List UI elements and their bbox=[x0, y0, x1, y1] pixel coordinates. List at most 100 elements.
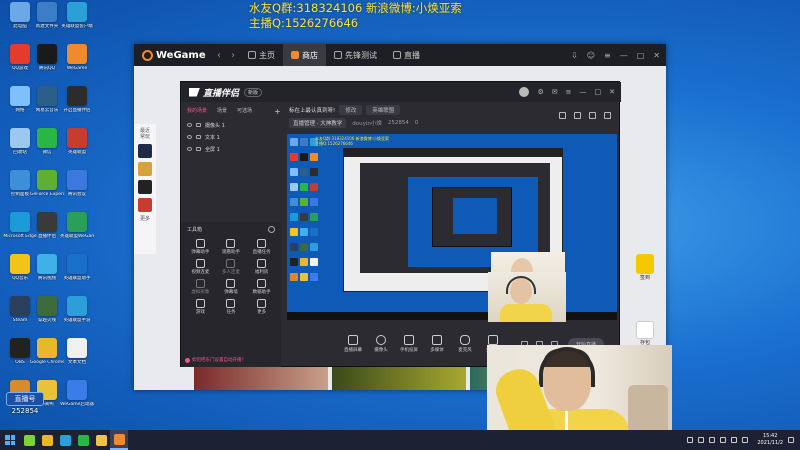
menu-icon[interactable]: ≡ bbox=[604, 51, 611, 60]
maximize-icon[interactable]: □ bbox=[637, 51, 645, 60]
game-icon-3[interactable] bbox=[138, 180, 152, 194]
tool-button[interactable]: 福利房 bbox=[246, 259, 277, 275]
scene-tab-optional[interactable]: 可选场 bbox=[237, 107, 252, 114]
tool-button[interactable]: 数据助手 bbox=[246, 279, 277, 295]
scene-item-text[interactable]: 文本 1 bbox=[181, 131, 281, 143]
banner-card[interactable] bbox=[194, 366, 328, 390]
desktop-icon[interactable]: 腾讯QQ bbox=[30, 44, 64, 71]
tool-button[interactable]: 弹幕助手 bbox=[185, 239, 216, 255]
maximize-icon[interactable]: □ bbox=[595, 88, 602, 96]
autostart-tip[interactable]: 如何把东门设置自动开播? bbox=[185, 357, 244, 363]
scene-tab-scene[interactable]: 场景 bbox=[217, 107, 227, 114]
desktop-icon[interactable]: 穿越火线 bbox=[30, 296, 64, 323]
minimize-icon[interactable]: — bbox=[580, 88, 587, 96]
checkin-icon[interactable] bbox=[636, 254, 654, 274]
volume-icon[interactable] bbox=[731, 437, 738, 443]
desktop-icon[interactable]: 微信 bbox=[30, 128, 64, 155]
scene-item-fullscreen[interactable]: 全屏 1 bbox=[181, 143, 281, 155]
desktop-icon[interactable]: 直播伴侣 bbox=[30, 212, 64, 239]
taskbar-app-cortana[interactable] bbox=[20, 430, 38, 450]
desktop-icon[interactable]: 英雄联盟手游 bbox=[60, 296, 94, 323]
notification-icon[interactable] bbox=[788, 437, 794, 443]
game-icon-lol[interactable] bbox=[138, 144, 152, 158]
desktop-icon[interactable]: 新建文件夹 bbox=[30, 2, 64, 29]
tool-button[interactable]: 游戏 bbox=[185, 299, 216, 315]
tray-up-arrow-icon[interactable] bbox=[687, 437, 694, 443]
settings-icon[interactable]: ⚙ bbox=[537, 88, 543, 96]
avatar[interactable] bbox=[519, 87, 530, 97]
tray-app-icon[interactable] bbox=[709, 437, 716, 443]
lock-icon[interactable] bbox=[196, 123, 201, 127]
screen-capture-button[interactable]: 直播屏幕 bbox=[339, 335, 367, 353]
tab-home[interactable]: 主页 bbox=[240, 44, 283, 66]
desktop-icon[interactable]: 文本文档 bbox=[60, 338, 94, 365]
network-icon[interactable] bbox=[720, 437, 727, 443]
input-method-icon[interactable] bbox=[742, 437, 749, 443]
desktop-icon[interactable]: 英雄联盟客户端 bbox=[60, 2, 94, 29]
tool-button[interactable]: 更多 bbox=[246, 299, 277, 315]
camera-button[interactable]: 摄像头 bbox=[367, 335, 395, 353]
tab-pioneer-test[interactable]: 先锋测试 bbox=[326, 44, 385, 66]
taskbar-app-lol-helper[interactable] bbox=[56, 430, 74, 450]
scene-item-camera[interactable]: 摄像头 1 bbox=[181, 119, 281, 131]
lock-icon[interactable] bbox=[196, 135, 201, 139]
sidebar-label-more[interactable]: 更多 bbox=[134, 216, 156, 222]
phone-cast-button[interactable]: 手机投屏 bbox=[395, 335, 423, 353]
lock-icon[interactable] bbox=[196, 147, 201, 151]
tab-live[interactable]: 直播 bbox=[385, 44, 428, 66]
tool-button[interactable]: 多人连麦 bbox=[216, 259, 247, 275]
download-icon[interactable]: ⇩ bbox=[571, 51, 578, 60]
forward-arrow-icon[interactable]: › bbox=[231, 50, 235, 61]
banner-card[interactable] bbox=[332, 366, 466, 390]
eye-icon[interactable] bbox=[187, 123, 192, 127]
taskbar-app-wegame[interactable] bbox=[110, 430, 128, 450]
microphone-button[interactable]: 麦克风 bbox=[451, 335, 479, 353]
desktop-icon[interactable]: WeGame启动器 bbox=[60, 380, 94, 407]
desktop-icon[interactable]: 英雄联盟WeGame版 bbox=[60, 212, 94, 239]
taskbar-app-chrome[interactable] bbox=[38, 430, 56, 450]
taskbar-app-folder[interactable] bbox=[92, 430, 110, 450]
minimize-icon[interactable]: — bbox=[620, 51, 628, 60]
desktop-icon[interactable]: Google Chrome bbox=[30, 338, 64, 365]
stream-preview[interactable]: 水友Q群:318324106 新浪微博:小焕亚索 主播Q:1526276646 bbox=[287, 134, 617, 320]
desktop-icon[interactable]: 英雄联盟助手 bbox=[60, 254, 94, 281]
desktop-icon[interactable]: GeForce Experience bbox=[30, 170, 64, 197]
wegame-logo[interactable]: WeGame bbox=[142, 49, 212, 61]
game-icon-4[interactable] bbox=[138, 198, 152, 212]
add-scene-icon[interactable]: + bbox=[274, 107, 281, 116]
desktop-icon[interactable]: WeGame bbox=[60, 44, 94, 71]
close-icon[interactable]: ✕ bbox=[609, 88, 615, 96]
tool-button[interactable]: 虚拟形象 bbox=[185, 279, 216, 295]
eye-icon[interactable] bbox=[187, 147, 192, 151]
desktop-icon[interactable]: 开启直播伴侣 bbox=[60, 86, 94, 113]
tool-button[interactable]: 直播任务 bbox=[246, 239, 277, 255]
gift-icon[interactable] bbox=[559, 112, 566, 119]
screenshot-icon[interactable] bbox=[574, 112, 581, 119]
scene-tab-mine[interactable]: 我的场景 bbox=[187, 107, 207, 114]
toolbox-settings-icon[interactable] bbox=[268, 226, 275, 233]
tray-app-icon[interactable] bbox=[698, 437, 705, 443]
tool-button[interactable]: 视频连麦 bbox=[185, 259, 216, 275]
desktop-icon[interactable]: 网易云音乐 bbox=[30, 86, 64, 113]
close-icon[interactable]: ✕ bbox=[653, 51, 660, 60]
channel-select[interactable]: 直播管理 · 大神教学 bbox=[289, 118, 347, 128]
clock[interactable]: 15:42 2021/11/2 bbox=[757, 433, 783, 447]
category-select[interactable]: 英雄联盟 bbox=[366, 105, 401, 115]
back-arrow-icon[interactable]: ‹ bbox=[217, 50, 221, 61]
desktop-icon[interactable]: 腾讯会议 bbox=[60, 170, 94, 197]
record-icon[interactable] bbox=[589, 112, 596, 119]
game-icon-2[interactable] bbox=[138, 162, 152, 176]
tool-button[interactable]: 观看助手 bbox=[216, 239, 247, 255]
media-button[interactable]: 多媒体 bbox=[423, 335, 451, 353]
friends-icon[interactable]: ☺ bbox=[587, 51, 595, 60]
desktop-icon[interactable]: 腾讯视频 bbox=[30, 254, 64, 281]
menu-icon[interactable]: ≡ bbox=[566, 88, 572, 96]
message-icon[interactable]: ✉ bbox=[552, 88, 558, 96]
tab-store[interactable]: 商店 bbox=[283, 44, 326, 66]
eye-icon[interactable] bbox=[187, 135, 192, 139]
cart-icon[interactable] bbox=[636, 321, 654, 339]
tool-button[interactable]: 弹幕墙 bbox=[216, 279, 247, 295]
tool-button[interactable]: 任务 bbox=[216, 299, 247, 315]
share-icon[interactable] bbox=[604, 112, 611, 119]
desktop-icon[interactable]: 英雄联盟 bbox=[60, 128, 94, 155]
